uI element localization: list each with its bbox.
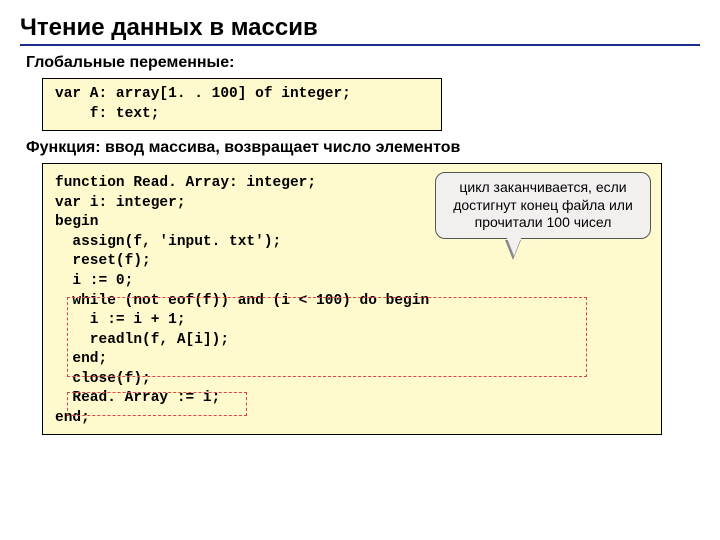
code-line: close(f);: [55, 370, 649, 390]
code-line: Read. Array := i;: [55, 389, 649, 409]
subhead-globals: Глобальные переменные:: [26, 54, 700, 72]
callout-tail: [507, 238, 521, 256]
code-box-globals: var A: array[1. . 100] of integer; f: te…: [42, 78, 442, 131]
code-line: reset(f);: [55, 252, 649, 272]
code-line: end;: [55, 350, 649, 370]
code-line: f: text;: [55, 105, 429, 125]
code-line: var A: array[1. . 100] of integer;: [55, 85, 429, 105]
title-rule: [20, 44, 700, 46]
code-line: i := i + 1;: [55, 311, 649, 331]
callout-note: цикл заканчивается, если достигнут конец…: [435, 172, 651, 239]
code-line: readln(f, A[i]);: [55, 331, 649, 351]
code-box-function: цикл заканчивается, если достигнут конец…: [42, 163, 662, 435]
code-line: while (not eof(f)) and (i < 100) do begi…: [55, 292, 649, 312]
page-title: Чтение данных в массив: [20, 14, 700, 42]
code-line: end;: [55, 409, 649, 429]
subhead-function: Функция: ввод массива, возвращает число …: [26, 139, 700, 157]
code-line: i := 0;: [55, 272, 649, 292]
